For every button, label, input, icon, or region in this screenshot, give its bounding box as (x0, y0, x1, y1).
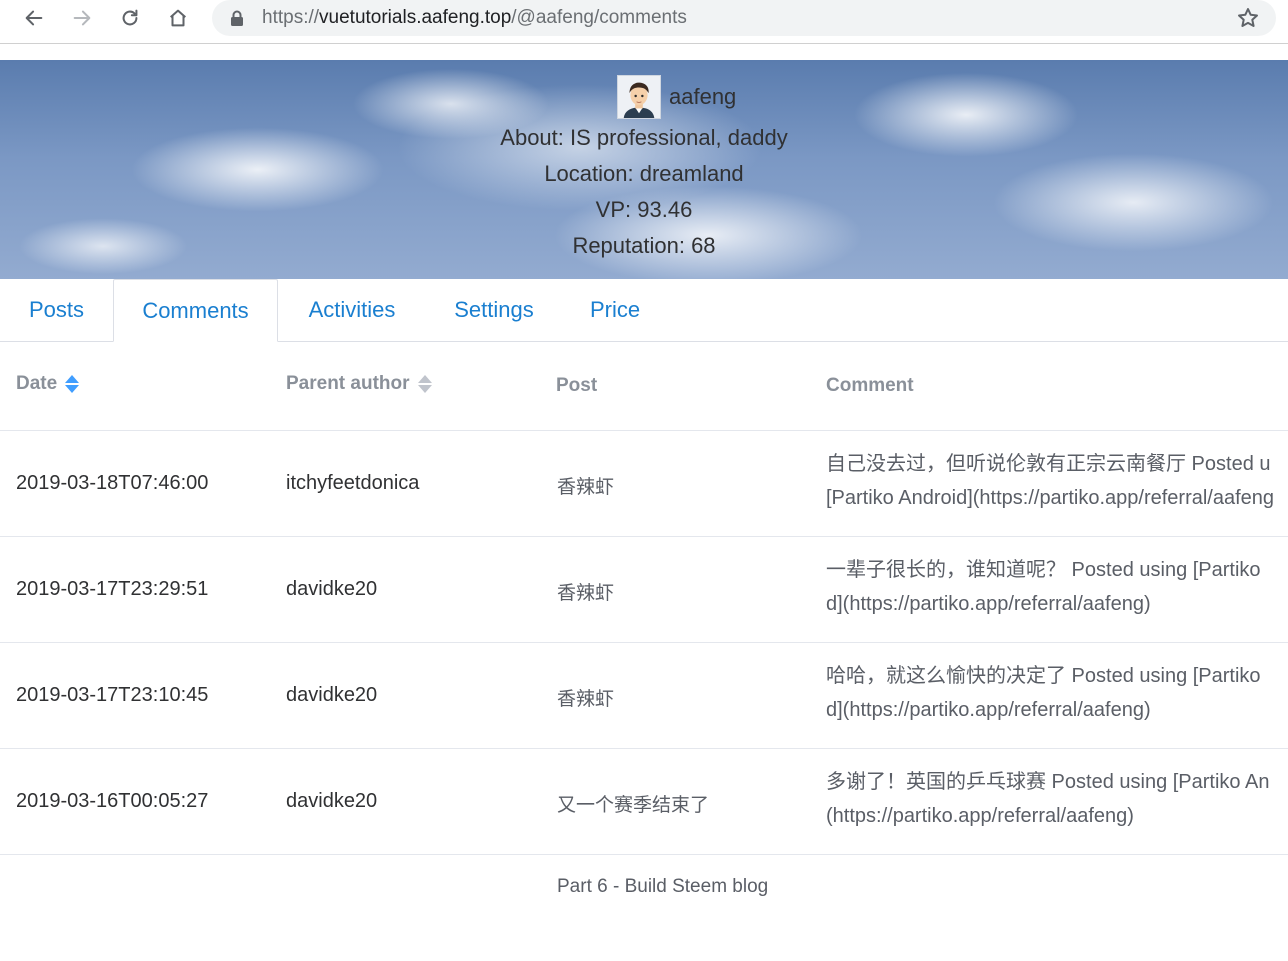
profile-name-row: aafeng (617, 75, 736, 119)
reload-icon[interactable] (116, 4, 144, 32)
lock-icon (231, 10, 243, 26)
star-icon[interactable] (1236, 6, 1260, 30)
tab-bar: Posts Comments Activities Settings Price (0, 279, 1288, 342)
cell-post[interactable]: 香辣虾 (557, 472, 614, 499)
profile-username: aafeng (669, 84, 737, 109)
tab-price[interactable]: Price (562, 279, 668, 342)
cell-post[interactable]: 香辣虾 (557, 578, 614, 605)
cell-comment: 哈哈，就这么愉快的决定了 Posted using [Partiko d](ht… (826, 665, 1261, 721)
cell-date: 2019-03-17T23:29:51 (16, 578, 209, 600)
profile-about: About: IS professional, daddy (500, 125, 788, 150)
cell-comment: 一辈子很长的，谁知道呢？ Posted using [Partiko d](ht… (826, 559, 1261, 615)
tab-comments[interactable]: Comments (113, 279, 278, 342)
cell-date: 2019-03-17T23:10:45 (16, 684, 209, 706)
column-header-date[interactable]: Date (16, 373, 80, 395)
profile-vp: VP: 93.46 (595, 197, 693, 222)
profile-reputation: Reputation: 68 (572, 233, 716, 258)
tab-settings[interactable]: Settings (426, 279, 562, 342)
cell-post[interactable]: 又一个赛季结束了 (557, 790, 709, 817)
table-row: 2019-03-16T00:05:27 davidke20 又一个赛季结束了 多… (0, 749, 1288, 855)
table-row: 2019-03-17T23:10:45 davidke20 香辣虾 哈哈，就这么… (0, 643, 1288, 749)
tab-activities[interactable]: Activities (278, 279, 426, 342)
profile-banner: aafeng About: IS professional, daddy Loc… (0, 60, 1288, 279)
sort-icon[interactable] (65, 374, 80, 394)
cell-parent-author: itchyfeetdonica (286, 472, 420, 494)
cell-date: 2019-03-18T07:46:00 (16, 472, 209, 494)
url-text: https://vuetutorials.aafeng.top/@aafeng/… (262, 7, 687, 28)
cell-parent-author: davidke20 (286, 684, 378, 706)
cell-comment: 自己没去过，但听说伦敦有正宗云南餐厅 Posted u [Partiko And… (826, 453, 1275, 509)
table-row: 2019-03-17T23:29:51 davidke20 香辣虾 一辈子很长的… (0, 537, 1288, 643)
table-row: Part 6 - Build Steem blog (0, 855, 1288, 961)
back-icon[interactable] (20, 4, 48, 32)
table-row: 2019-03-18T07:46:00 itchyfeetdonica 香辣虾 … (0, 431, 1288, 537)
column-header-comment: Comment (826, 375, 914, 396)
address-bar[interactable]: https://vuetutorials.aafeng.top/@aafeng/… (212, 0, 1276, 36)
cell-parent-author: davidke20 (286, 578, 378, 600)
avatar (617, 75, 661, 119)
cell-date: 2019-03-16T00:05:27 (16, 790, 209, 812)
sort-icon[interactable] (417, 374, 432, 394)
cell-comment: 多谢了！英国的乒乓球赛 Posted using [Partiko An (ht… (826, 771, 1270, 827)
cell-post[interactable]: Part 6 - Build Steem blog (557, 876, 768, 898)
table-header: Date Parent author Post Comment (0, 342, 1288, 431)
browser-toolbar: https://vuetutorials.aafeng.top/@aafeng/… (0, 0, 1288, 44)
cell-post[interactable]: 香辣虾 (557, 684, 614, 711)
profile-location: Location: dreamland (544, 161, 744, 186)
forward-icon[interactable] (68, 4, 96, 32)
tab-posts[interactable]: Posts (0, 279, 113, 342)
home-icon[interactable] (164, 4, 192, 32)
cell-parent-author: davidke20 (286, 790, 378, 812)
column-header-post: Post (556, 375, 598, 396)
column-header-parent-author[interactable]: Parent author (286, 373, 432, 395)
